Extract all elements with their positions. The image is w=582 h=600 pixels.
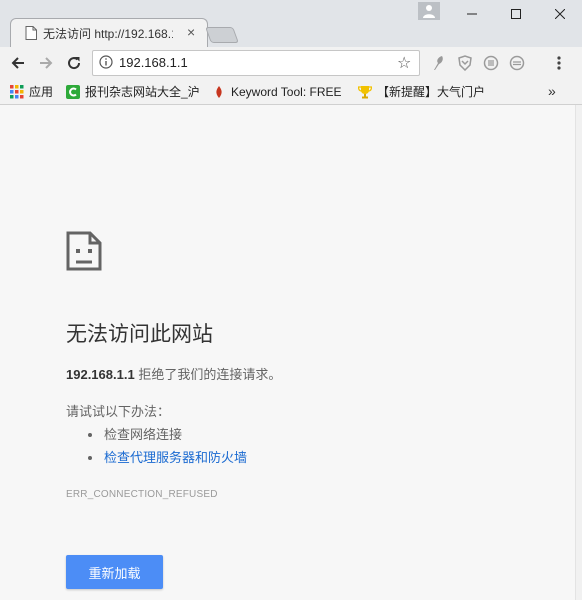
person-icon [423, 5, 435, 18]
suggestions-heading: 请试试以下办法： [66, 404, 171, 419]
error-message-text: 拒绝了我们的连接请求。 [138, 367, 282, 382]
bookmark-label: Keyword Tool: FREE [231, 84, 342, 99]
forward-arrow-icon [40, 57, 53, 69]
extension-feather-icon[interactable] [430, 54, 448, 72]
maximize-icon [511, 9, 521, 19]
suggestion-check-proxy-link[interactable]: 检查代理服务器和防火墙 [86, 446, 247, 469]
trophy-icon [358, 85, 372, 98]
tab-title: 无法访问 http://192.168.1.1 [43, 27, 173, 41]
error-host: 192.168.1.1 [66, 367, 135, 382]
reload-button[interactable] [64, 53, 84, 73]
extension-shield-icon[interactable] [456, 54, 474, 72]
bookmark-label: 【新提醒】大气门户 [377, 85, 486, 99]
title-bar: 无法访问 http://192.168.1.1 × [0, 0, 582, 48]
close-window-button[interactable] [538, 0, 582, 28]
bookmark-label: 报刊杂志网站大全_沪 [85, 85, 200, 99]
toolbar: 192.168.1.1 ☆ [0, 47, 582, 79]
profile-button[interactable] [418, 2, 440, 20]
suggestion-check-network: 检查网络连接 [86, 423, 247, 446]
minimize-icon [467, 13, 477, 15]
maximize-button[interactable] [494, 0, 538, 28]
browser-tab[interactable]: 无法访问 http://192.168.1.1 × [10, 18, 208, 48]
bookmark-journals[interactable]: 报刊杂志网站大全_沪 [66, 83, 200, 100]
error-page: 无法访问此网站 192.168.1.1 拒绝了我们的连接请求。 请试试以下办法：… [0, 105, 575, 600]
bookmark-keyword-tool[interactable]: Keyword Tool: FREE [212, 83, 344, 100]
back-arrow-icon [11, 57, 24, 69]
address-bar[interactable]: 192.168.1.1 ☆ [92, 50, 420, 76]
vertical-scrollbar[interactable] [575, 105, 582, 600]
reload-icon [68, 57, 81, 70]
close-icon [555, 9, 565, 19]
suggestions-list: 检查网络连接 检查代理服务器和防火墙 [86, 423, 247, 469]
green-c-icon [66, 84, 80, 99]
more-bookmarks-icon[interactable]: » [548, 83, 556, 99]
sad-page-icon [66, 231, 102, 271]
extension-ring-icon[interactable] [508, 54, 526, 72]
error-code: ERR_CONNECTION_REFUSED [66, 489, 218, 500]
minimize-button[interactable] [450, 0, 494, 28]
bookmarks-bar: 应用 报刊杂志网站大全_沪 Keyword Tool: FREE 【新提醒】大气… [0, 79, 582, 105]
bookmark-portal[interactable]: 【新提醒】大气门户 [358, 83, 488, 100]
back-button[interactable] [8, 53, 28, 73]
apps-grid-icon [10, 84, 24, 98]
reload-page-button[interactable]: 重新加载 [66, 555, 163, 589]
info-icon[interactable] [99, 55, 113, 69]
extension-circle-icon[interactable] [482, 54, 500, 72]
error-message: 192.168.1.1 拒绝了我们的连接请求。 [66, 364, 281, 383]
new-tab-button[interactable] [205, 27, 239, 43]
forward-button[interactable] [36, 53, 56, 73]
bookmark-star-icon[interactable]: ☆ [397, 53, 411, 73]
keyword-tool-icon [216, 85, 222, 98]
bookmark-apps[interactable]: 应用 [10, 83, 62, 100]
menu-icon[interactable] [550, 54, 568, 72]
page-icon [25, 26, 37, 40]
tab-close-icon[interactable]: × [187, 25, 195, 39]
bookmark-label: 应用 [29, 85, 54, 99]
error-title: 无法访问此网站 [66, 323, 213, 346]
url-text[interactable]: 192.168.1.1 [119, 55, 188, 70]
